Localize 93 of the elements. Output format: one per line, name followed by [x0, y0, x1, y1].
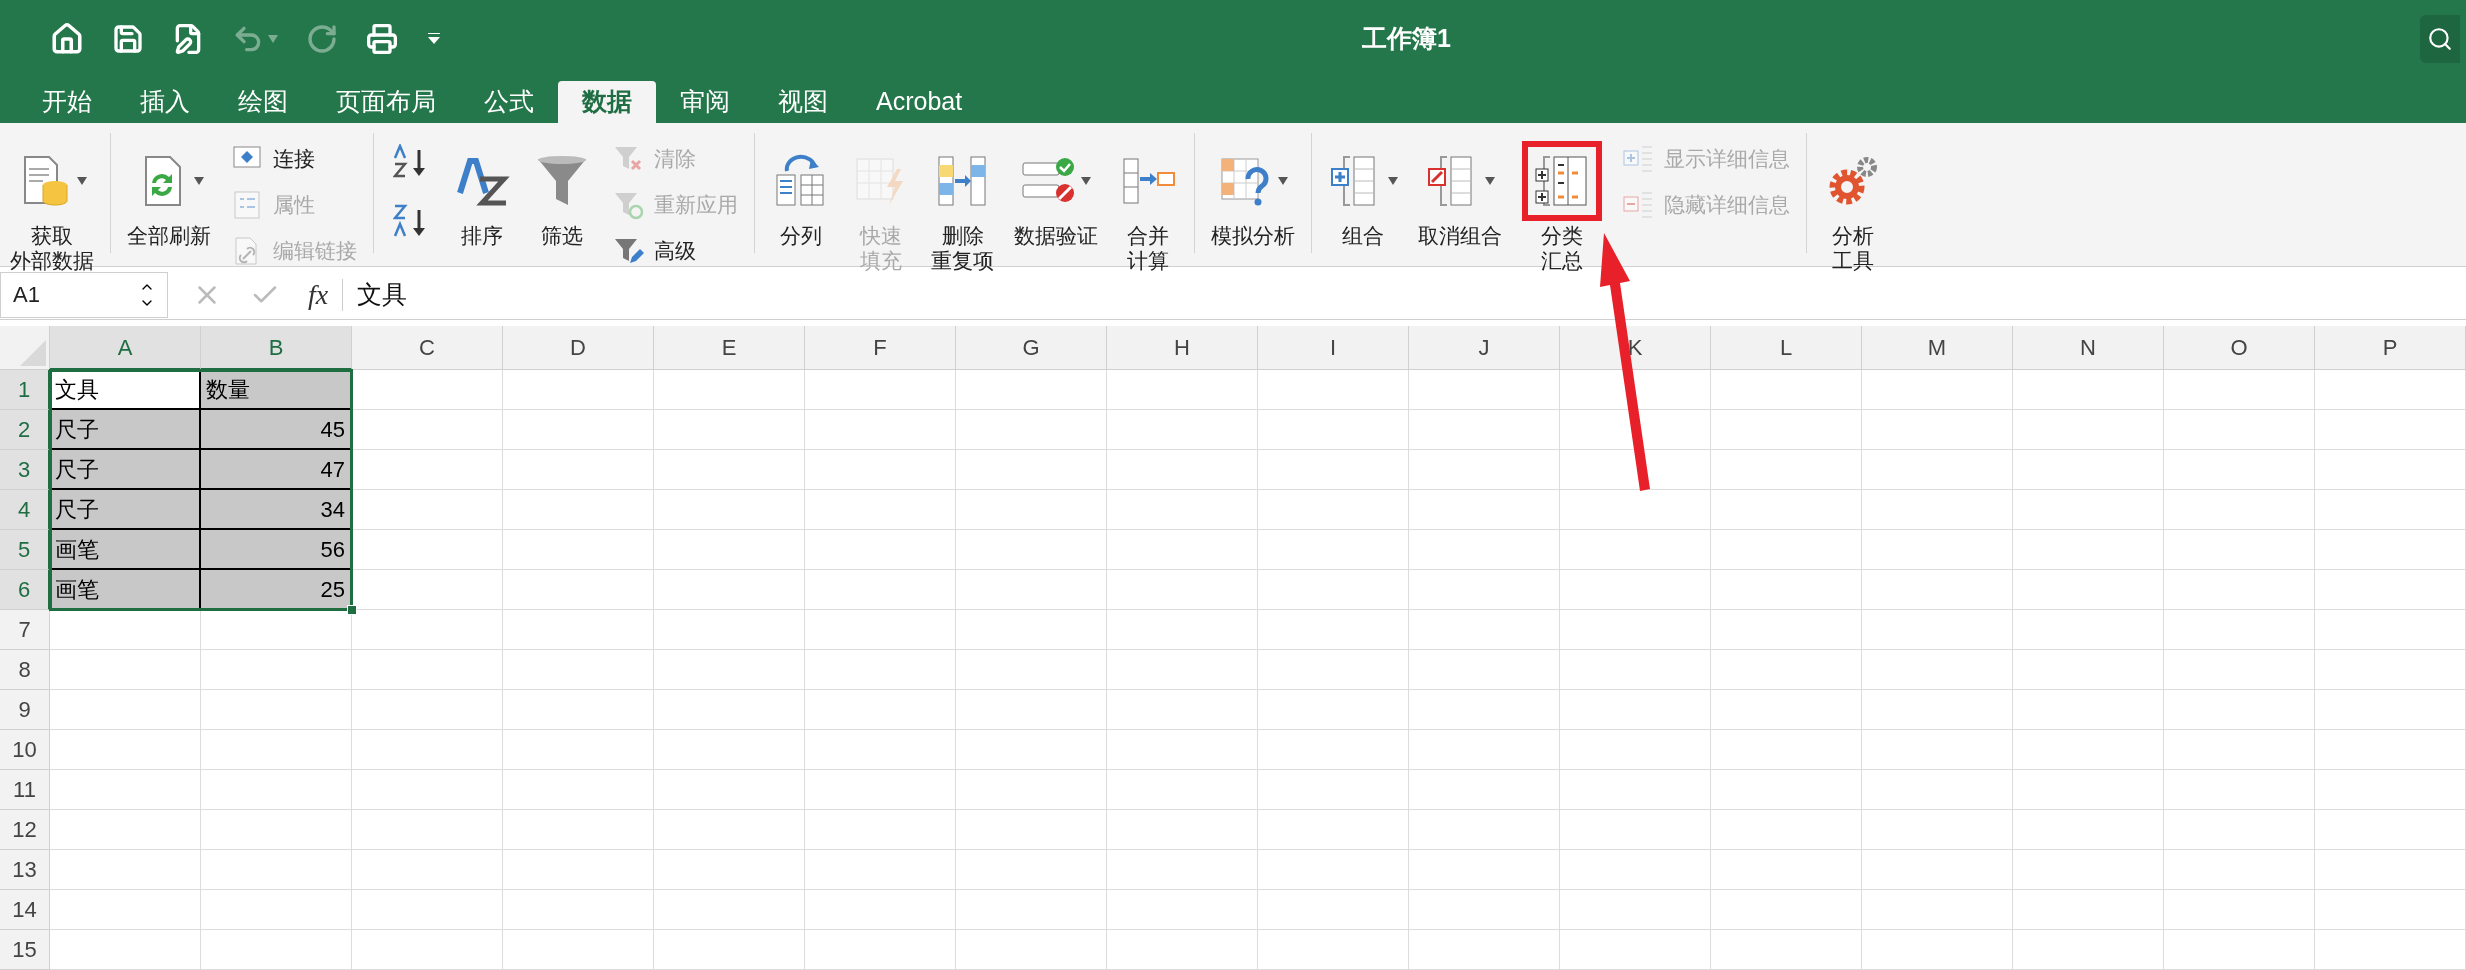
table-cell: 45: [201, 410, 352, 450]
ribbon-button[interactable]: 排序: [442, 133, 522, 252]
ribbon-button[interactable]: 分列: [761, 133, 841, 252]
caret-icon: [426, 33, 442, 45]
row-header[interactable]: 14: [0, 890, 50, 930]
column-header[interactable]: H: [1107, 326, 1258, 370]
column-header[interactable]: C: [352, 326, 503, 370]
ribbon-small-button[interactable]: 连接: [231, 139, 357, 179]
column-header[interactable]: I: [1258, 326, 1409, 370]
column-header[interactable]: J: [1409, 326, 1560, 370]
ribbon-button[interactable]: 全部刷新: [117, 133, 221, 252]
row-header[interactable]: 5: [0, 530, 50, 570]
row-header[interactable]: 12: [0, 810, 50, 850]
properties-icon: [231, 189, 263, 221]
row-header[interactable]: 7: [0, 610, 50, 650]
table-cell: 尺子: [50, 410, 201, 450]
ribbon-button[interactable]: 分类 汇总: [1512, 133, 1612, 277]
column-header[interactable]: B: [201, 326, 352, 370]
save-icon: [112, 23, 144, 55]
column-header[interactable]: K: [1560, 326, 1711, 370]
ribbon-tab[interactable]: Acrobat: [852, 81, 987, 123]
row-header[interactable]: 9: [0, 690, 50, 730]
caret-icon: [1485, 177, 1495, 185]
insert-function-button[interactable]: fx: [308, 273, 329, 316]
print-button[interactable]: [366, 23, 398, 55]
column-header[interactable]: P: [2315, 326, 2466, 370]
caret-icon: [77, 177, 87, 185]
table-cell: 56: [201, 530, 352, 570]
row-header[interactable]: 4: [0, 490, 50, 530]
ribbon-tab[interactable]: 视图: [754, 81, 852, 123]
table-cell: 34: [201, 490, 352, 530]
corner-triangle-icon: [20, 340, 46, 366]
column-header[interactable]: M: [1862, 326, 2013, 370]
ribbon-tab[interactable]: 审阅: [656, 81, 754, 123]
column-header[interactable]: L: [1711, 326, 1862, 370]
row-header[interactable]: 1: [0, 370, 50, 410]
caret-icon: [1278, 177, 1288, 185]
ribbon-tab[interactable]: 绘图: [214, 81, 312, 123]
row-header[interactable]: 15: [0, 930, 50, 970]
row-header[interactable]: 2: [0, 410, 50, 450]
row-header[interactable]: 11: [0, 770, 50, 810]
search-button[interactable]: [2420, 15, 2460, 63]
print-icon: [366, 23, 398, 55]
column-header[interactable]: N: [2013, 326, 2164, 370]
caret-icon: [1081, 177, 1091, 185]
table-cell: 画笔: [50, 570, 201, 610]
row-header[interactable]: 6: [0, 570, 50, 610]
column-header[interactable]: D: [503, 326, 654, 370]
hide-detail-icon: [1622, 189, 1654, 221]
name-box[interactable]: A1: [0, 271, 168, 318]
caret-icon: [268, 35, 278, 43]
ribbon-button[interactable]: 数据验证: [1004, 133, 1108, 252]
caret-icon: [1388, 177, 1398, 185]
ribbon-tab[interactable]: 插入: [116, 81, 214, 123]
redo-icon: [306, 23, 338, 55]
column-header[interactable]: G: [956, 326, 1107, 370]
column-header[interactable]: E: [654, 326, 805, 370]
row-header[interactable]: 13: [0, 850, 50, 890]
table-cell: 尺子: [50, 490, 201, 530]
ribbon-button[interactable]: 分析 工具: [1813, 133, 1893, 277]
ribbon-button[interactable]: 取消组合: [1408, 133, 1512, 252]
table-cell: 25: [201, 570, 352, 610]
ribbon-small-button[interactable]: 高级: [612, 231, 738, 271]
search-icon: [2427, 26, 2453, 52]
ribbon-button[interactable]: 筛选: [522, 133, 602, 252]
ribbon-tab[interactable]: 数据: [558, 81, 656, 123]
caret-icon: [194, 177, 204, 185]
window-title: 工作簿1: [1362, 23, 1451, 55]
formula-input[interactable]: 文具: [357, 275, 408, 314]
row-header[interactable]: 3: [0, 450, 50, 490]
row-header[interactable]: 8: [0, 650, 50, 690]
row-header[interactable]: 10: [0, 730, 50, 770]
table-cell: 文具: [50, 370, 201, 410]
home-icon: [50, 22, 84, 56]
table-cell: 尺子: [50, 450, 201, 490]
ribbon-button[interactable]: 模拟分析: [1201, 133, 1305, 252]
ribbon-tab[interactable]: 开始: [18, 81, 116, 123]
ribbon-tab[interactable]: 页面布局: [312, 81, 460, 123]
home-button[interactable]: [50, 22, 84, 56]
column-header[interactable]: F: [805, 326, 956, 370]
customize-toolbar-button[interactable]: [426, 33, 442, 45]
ribbon-button[interactable]: 组合: [1318, 133, 1408, 252]
show-detail-icon: [1622, 143, 1654, 175]
table-cell: 47: [201, 450, 352, 490]
fill-handle[interactable]: [347, 605, 357, 615]
column-header[interactable]: A: [50, 326, 201, 370]
ribbon-tab[interactable]: 公式: [460, 81, 558, 123]
table-cell: 数量: [201, 370, 352, 410]
subtotal-outline-icon: [1534, 153, 1590, 209]
ribbon-button[interactable]: 合并 计算: [1108, 133, 1188, 277]
table-cell: 画笔: [50, 530, 201, 570]
column-header[interactable]: O: [2164, 326, 2315, 370]
save-button[interactable]: [112, 23, 144, 55]
